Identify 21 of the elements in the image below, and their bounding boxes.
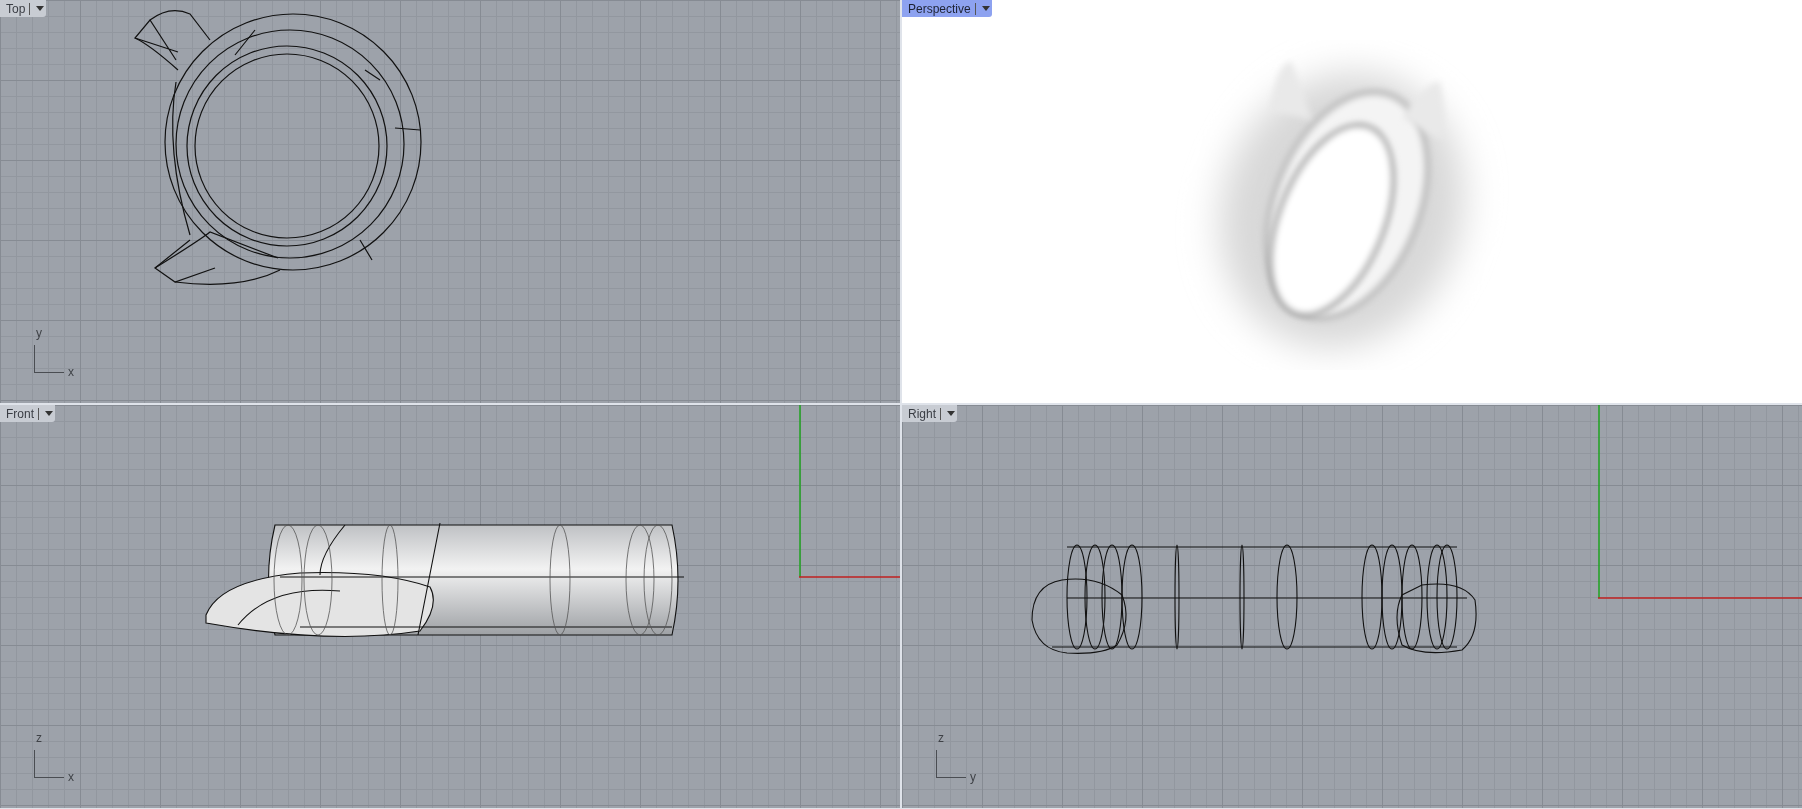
axis-label: z xyxy=(938,732,944,744)
axis-icon xyxy=(34,345,64,373)
viewport-tab[interactable]: Front xyxy=(0,405,55,422)
axis-label: z xyxy=(36,732,42,744)
viewport[interactable]: Top y x xyxy=(0,0,900,403)
axis-label: y xyxy=(970,771,976,783)
dropdown-caret-icon xyxy=(981,6,990,11)
dropdown-caret-icon xyxy=(36,6,45,11)
dropdown-caret-icon xyxy=(45,411,53,416)
axis-label: x xyxy=(68,366,74,378)
dropdown-caret-icon xyxy=(947,411,955,416)
viewport[interactable]: Perspective xyxy=(902,0,1802,403)
axis-label: x xyxy=(68,771,74,783)
viewport[interactable]: Front z x xyxy=(0,405,900,808)
axis-label: y xyxy=(36,327,42,339)
viewport-tab[interactable]: Perspective xyxy=(902,0,992,17)
viewport-tab[interactable]: Top xyxy=(0,0,47,17)
viewport-tab[interactable]: Right xyxy=(902,405,957,422)
axis-icon xyxy=(936,750,966,778)
axis-icon xyxy=(34,750,64,778)
viewport[interactable]: Right z y xyxy=(902,405,1802,808)
